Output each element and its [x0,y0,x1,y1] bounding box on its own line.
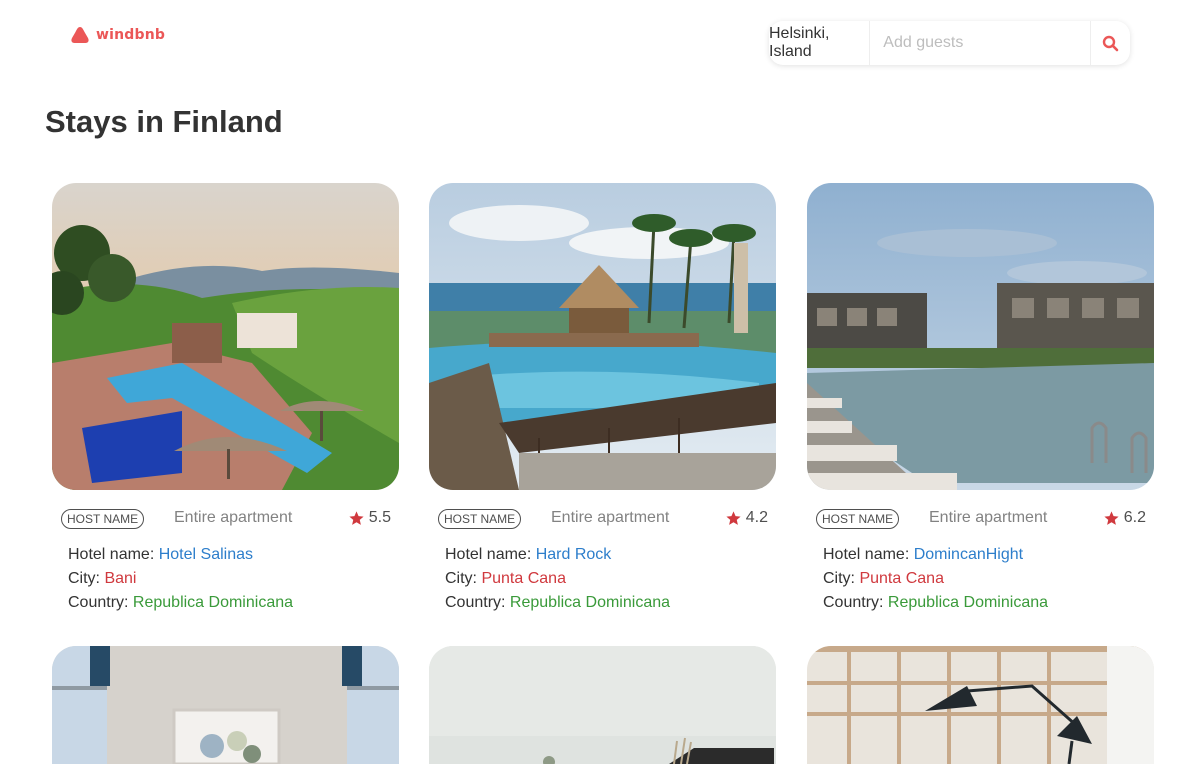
hotel-name-row: Hotel name: DomincanHight [823,543,1048,567]
country-label: Country: [823,594,888,611]
city-label: City: [445,570,482,587]
rating-value: 4.2 [745,509,768,526]
stay-photo[interactable] [52,646,399,764]
city-value: Bani [104,570,137,587]
stay-meta: HOST NAME Entire apartment 4.2 [438,509,776,529]
star-icon [349,510,364,525]
stay-card[interactable]: HOST NAME Entire apartment 4.2 Hotel nam… [429,183,777,611]
hotel-name-value[interactable]: Hard Rock [536,546,612,563]
hotel-name-label: Hotel name: [823,546,914,563]
search-icon [1102,35,1119,51]
star-icon [1104,510,1119,525]
stay-info: Hotel name: DomincanHight City: Punta Ca… [823,543,1048,615]
country-value: Republica Dominicana [132,594,294,611]
stay-info: Hotel name: Hard Rock City: Punta Cana C… [445,543,670,615]
stay-meta: HOST NAME Entire apartment 6.2 [816,509,1154,529]
star-icon [726,510,741,525]
guests-input[interactable] [870,21,1092,65]
city-label: City: [823,570,860,587]
city-value: Punta Cana [481,570,566,587]
host-badge: HOST NAME [61,509,145,529]
stay-info: Hotel name: Hotel Salinas City: Bani Cou… [68,543,293,615]
country-value: Republica Dominicana [509,594,671,611]
country-row: Country: Republica Dominicana [445,591,670,615]
hotel-name-row: Hotel name: Hard Rock [445,543,670,567]
stay-photo[interactable] [807,646,1154,764]
hotel-name-row: Hotel name: Hotel Salinas [68,543,293,567]
country-row: Country: Republica Dominicana [68,591,293,615]
country-label: Country: [445,594,510,611]
stay-card[interactable] [52,646,400,764]
stay-type: Entire apartment [551,509,670,526]
hotel-name-value[interactable]: Hotel Salinas [159,546,253,563]
host-badge: HOST NAME [816,509,900,529]
hotel-name-value[interactable]: DomincanHight [914,546,1023,563]
city-label: City: [68,570,105,587]
stay-card[interactable]: HOST NAME Entire apartment 5.5 Hotel nam… [52,183,400,611]
rating-value: 5.5 [368,509,391,526]
search-button[interactable] [1091,21,1130,65]
hotel-name-label: Hotel name: [445,546,536,563]
stay-rating: 5.5 [348,509,391,527]
country-label: Country: [68,594,133,611]
stay-photo[interactable] [807,183,1154,490]
logo-icon [71,27,89,43]
logo[interactable]: windbnb [70,26,165,44]
country-row: Country: Republica Dominicana [823,591,1048,615]
stay-rating: 6.2 [1103,509,1146,527]
stay-card[interactable]: HOST NAME Entire apartment 6.2 Hotel nam… [807,183,1155,611]
stay-card[interactable] [807,646,1155,764]
country-value: Republica Dominicana [887,594,1049,611]
stay-type: Entire apartment [174,509,293,526]
rating-value: 6.2 [1123,509,1146,526]
stay-photo[interactable] [52,183,399,490]
city-row: City: Punta Cana [823,567,1048,591]
stay-photo[interactable] [429,183,776,490]
city-row: City: Punta Cana [445,567,670,591]
stay-photo[interactable] [429,646,776,764]
host-badge: HOST NAME [438,509,522,529]
hotel-name-label: Hotel name: [68,546,159,563]
stay-card[interactable] [429,646,777,764]
page-title: Stays in Finland [45,104,283,139]
search-bar: Helsinki, Island [769,21,1130,65]
location-field[interactable]: Helsinki, Island [769,21,871,65]
stay-rating: 4.2 [725,509,768,527]
city-value: Punta Cana [859,570,944,587]
stay-type: Entire apartment [929,509,1048,526]
logo-text: windbnb [96,27,166,43]
stay-meta: HOST NAME Entire apartment 5.5 [61,509,399,529]
city-row: City: Bani [68,567,293,591]
